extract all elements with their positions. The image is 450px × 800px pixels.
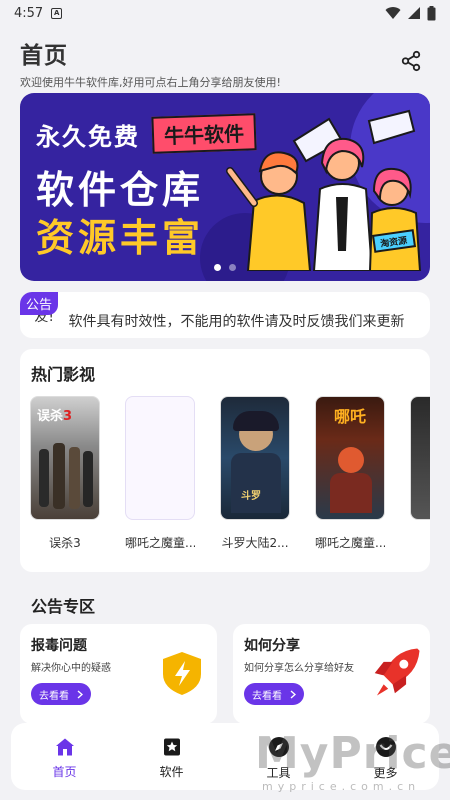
movie-poster: 斗罗 [220, 396, 290, 520]
star-bookmark-icon [163, 738, 180, 756]
pagination-dot[interactable] [229, 264, 236, 271]
notice-bar[interactable]: 友! 软件具有时效性，不能用的软件请及时反馈我们来更新 公告 [20, 292, 430, 338]
movie-poster [125, 396, 195, 520]
card-desc: 解决你心中的疑惑 [31, 663, 111, 674]
status-bar: 4:57 A [0, 0, 450, 26]
movie-card[interactable]: 哪吒之魔童... [125, 396, 195, 551]
tab-label: 工具 [266, 766, 291, 780]
signal-icon [408, 7, 420, 19]
view-button[interactable]: 去看看 [244, 683, 304, 705]
movie-poster [410, 396, 430, 520]
people-illustration: 淘资源 [226, 109, 422, 271]
wifi-icon [385, 7, 401, 20]
tab-label: 首页 [52, 765, 77, 779]
movie-poster: 误杀3 [30, 396, 100, 520]
announcement-card-virus[interactable]: 报毒问题 解决你心中的疑惑 去看看 [20, 624, 217, 724]
home-icon [55, 738, 74, 756]
smile-icon [375, 737, 396, 757]
banner-line2: 软件仓库 [36, 168, 205, 212]
card-title: 如何分享 [244, 638, 300, 654]
view-button[interactable]: 去看看 [31, 683, 91, 705]
tab-more[interactable]: 更多 [346, 736, 426, 781]
tab-software[interactable]: 软件 [132, 737, 212, 780]
shield-lightning-icon [163, 652, 201, 695]
movie-card[interactable]: 斗罗 斗罗大陆2... [220, 396, 290, 551]
rocket-icon [374, 648, 420, 696]
movie-poster: 哪吒 [315, 396, 385, 520]
movie-title: 斗罗大陆2... [221, 536, 289, 550]
notice-badge: 公告 [20, 292, 59, 315]
tab-label: 更多 [373, 766, 398, 780]
movie-title: 哪吒之魔童... [125, 536, 195, 550]
section-title: 热门影视 [31, 365, 96, 384]
status-time: 4:57 [14, 5, 44, 21]
movie-card[interactable] [410, 396, 430, 520]
notice-text-row: 友! 软件具有时效性，不能用的软件请及时反馈我们来更新 [20, 306, 404, 331]
hot-movies-section: 热门影视 误杀3 误杀3 哪吒之魔童... 斗罗 斗罗大陆2... 哪吒 哪吒之… [20, 349, 430, 572]
announcement-card-share[interactable]: 如何分享 如何分享怎么分享给好友 去看看 [233, 624, 430, 724]
view-button-label: 去看看 [252, 690, 282, 702]
banner-pagination [20, 264, 430, 271]
movie-card[interactable]: 哪吒 哪吒之魔童... [315, 396, 385, 551]
compass-icon [268, 737, 289, 757]
card-title: 报毒问题 [31, 638, 87, 654]
page-title: 首页 [20, 43, 68, 69]
page-subtitle: 欢迎使用牛牛软件库,好用可点右上角分享给朋友使用! [20, 76, 281, 89]
promo-banner[interactable]: 永久免费 牛牛软件 软件仓库 资源丰富 淘资源 [20, 93, 430, 281]
tab-tools[interactable]: 工具 [239, 736, 319, 781]
movie-title: 误杀3 [49, 536, 81, 550]
notice-text: 软件具有时效性，不能用的软件请及时反馈我们来更新 [68, 314, 405, 330]
tab-home[interactable]: 首页 [25, 737, 105, 780]
pagination-dot[interactable] [214, 264, 221, 271]
notification-icon: A [51, 7, 63, 19]
page-header: 首页 欢迎使用牛牛软件库,好用可点右上角分享给朋友使用! [20, 36, 430, 89]
banner-line1: 永久免费 [36, 123, 140, 151]
chevron-right-icon [290, 689, 296, 699]
view-button-label: 去看看 [39, 690, 69, 702]
bottom-tab-bar: 首页 软件 工具 更多 [11, 723, 439, 790]
banner-line3: 资源丰富 [36, 216, 205, 260]
battery-icon [427, 5, 436, 20]
chevron-right-icon [77, 689, 83, 699]
movie-title: 哪吒之魔童... [315, 536, 385, 550]
tab-label: 软件 [159, 765, 184, 779]
movie-card[interactable]: 误杀3 误杀3 [30, 396, 100, 551]
section-title: 公告专区 [31, 597, 96, 616]
share-icon[interactable] [400, 50, 422, 72]
card-desc: 如何分享怎么分享给好友 [244, 663, 354, 674]
